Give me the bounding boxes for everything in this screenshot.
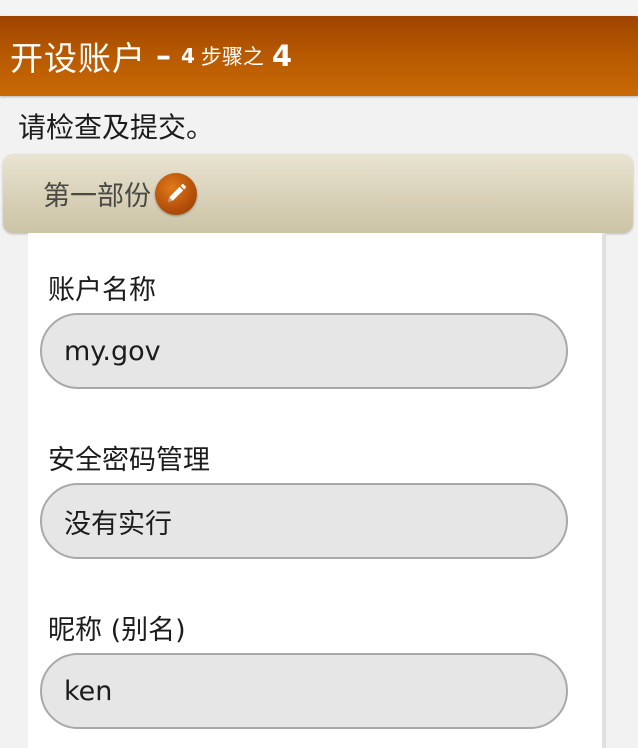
panel-edge bbox=[602, 233, 606, 748]
nickname-value: ken bbox=[40, 653, 568, 729]
step-total: 4 bbox=[271, 39, 293, 73]
page-title: 开设账户 bbox=[10, 39, 146, 78]
section-header-part-one: 第一部份 bbox=[3, 154, 633, 233]
pencil-icon bbox=[168, 183, 186, 202]
account-name-value: my.gov bbox=[40, 313, 568, 389]
password-management-value: 没有实行 bbox=[40, 483, 568, 559]
step-current: 4 bbox=[181, 44, 195, 68]
step-of-label: 步骤之 bbox=[200, 45, 264, 69]
edit-section-button[interactable] bbox=[155, 172, 197, 215]
title-separator: – bbox=[156, 38, 171, 74]
review-instruction: 请检查及提交。 bbox=[18, 111, 215, 144]
top-strip bbox=[0, 0, 638, 14]
nickname-label: 昵称 (别名) bbox=[48, 615, 186, 646]
account-name-label: 账户名称 bbox=[48, 275, 156, 306]
password-management-label: 安全密码管理 bbox=[48, 445, 210, 476]
page-header: 开设账户 – 4 步骤之 4 bbox=[0, 16, 638, 96]
section-title: 第一部份 bbox=[43, 181, 151, 212]
